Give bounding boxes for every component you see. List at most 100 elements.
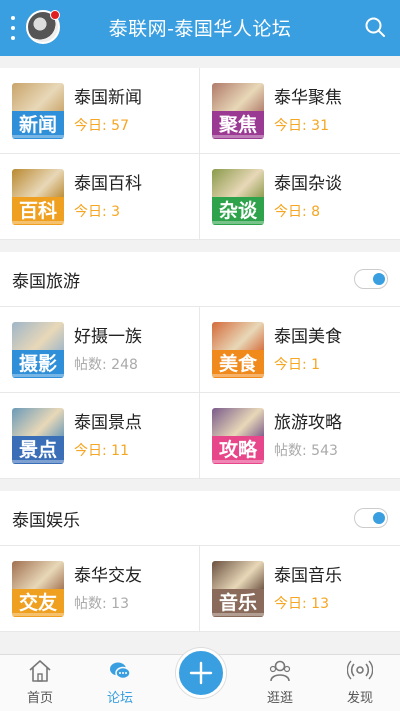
app-header: 泰联网-泰国华人论坛: [0, 0, 400, 56]
board-stat: 今日: 11: [74, 442, 129, 459]
tag-underline: [212, 612, 264, 616]
tag-underline: [212, 220, 264, 224]
board-image: [212, 82, 264, 113]
tag-underline: [12, 459, 64, 463]
tag-underline: [12, 134, 64, 138]
section-title: 泰国旅游: [12, 271, 80, 292]
board-thumbnail: 杂谈: [212, 168, 264, 225]
board-item[interactable]: 新闻 泰国新闻今日: 57: [0, 68, 200, 154]
stat-value: 1: [311, 356, 321, 373]
board-stat: 今日: 57: [74, 117, 129, 134]
top-board-grid: 新闻 泰国新闻 今日: 57 聚焦 泰华聚焦 今日: 31 百科 泰国百科 今日: 3 杂谈 泰国杂…: [0, 68, 400, 240]
board-item[interactable]: 摄影 好摄一族帖数: 248: [0, 307, 200, 393]
board-thumbnail: 景点: [12, 407, 64, 464]
board-title: 泰华交友: [74, 565, 142, 586]
stat-value: 248: [111, 356, 138, 373]
board-thumbnail: 聚焦: [212, 82, 264, 139]
board-image: [212, 321, 264, 352]
board-image: [212, 560, 264, 591]
board-stat: 帖数: 248: [74, 356, 138, 373]
people-icon: [269, 660, 291, 682]
board-thumbnail: 摄影: [12, 321, 64, 378]
stat-label: 帖数: [74, 595, 102, 612]
board-image: [12, 82, 64, 113]
board-item[interactable]: 攻略 旅游攻略帖数: 543: [200, 393, 400, 479]
forum-list[interactable]: 新闻 泰国新闻 今日: 57 聚焦 泰华聚焦 今日: 31 百科 泰国百科 今日: 3 杂谈 泰国杂…: [0, 56, 400, 654]
board-title: 泰国美食: [274, 326, 342, 347]
board-thumbnail: 美食: [212, 321, 264, 378]
board-title: 泰国景点: [74, 412, 142, 433]
tab-label: 论坛: [106, 691, 133, 706]
board-thumbnail: 攻略: [212, 407, 264, 464]
board-stat: 帖数: 543: [274, 442, 338, 459]
board-title: 泰华聚焦: [274, 87, 342, 108]
tab-label: 逛逛: [266, 691, 293, 706]
divider: [0, 56, 400, 68]
board-stat: 今日: 1: [274, 356, 321, 373]
search-icon[interactable]: [364, 16, 386, 38]
stat-label: 帖数: [274, 442, 302, 459]
plus-icon: [189, 661, 213, 685]
tag-underline: [212, 459, 264, 463]
board-image: [12, 321, 64, 352]
stat-value: 57: [111, 117, 129, 134]
stat-label: 今日: [274, 356, 302, 373]
stat-value: 543: [311, 442, 338, 459]
section-toggle[interactable]: [354, 508, 388, 528]
section-header-entertainment[interactable]: 泰国娱乐: [0, 491, 400, 546]
page-title: 泰联网-泰国华人论坛: [108, 18, 292, 40]
tag-underline: [12, 612, 64, 616]
board-title: 好摄一族: [74, 326, 142, 347]
board-image: [12, 407, 64, 438]
stat-label: 今日: [74, 117, 102, 134]
board-stat: 今日: 3: [74, 203, 121, 220]
tag-underline: [12, 220, 64, 224]
section-toggle[interactable]: [354, 269, 388, 289]
board-thumbnail: 交友: [12, 560, 64, 617]
stat-value: 8: [311, 203, 321, 220]
board-image: [212, 407, 264, 438]
tab-forum[interactable]: 论坛: [80, 655, 160, 711]
board-item[interactable]: 聚焦 泰华聚焦今日: 31: [200, 68, 400, 154]
tab-label: 首页: [26, 691, 53, 706]
board-title: 泰国新闻: [74, 87, 142, 108]
board-item[interactable]: 交友 泰华交友 帖数: 13: [0, 546, 200, 632]
travel-board-grid: 摄影 好摄一族 帖数: 248 美食 泰国美食 今日: 1 景点 泰国景点 今日: 11 攻略 旅游…: [0, 307, 400, 479]
divider: [0, 240, 400, 252]
stat-value: 31: [311, 117, 329, 134]
board-thumbnail: 新闻: [12, 82, 64, 139]
stat-label: 今日: [74, 203, 102, 220]
entertainment-board-grid: 交友 泰华交友 帖数: 13 音乐 泰国音乐 今日: 13: [0, 546, 400, 632]
tag-underline: [12, 373, 64, 377]
stat-label: 帖数: [74, 356, 102, 373]
tag-underline: [212, 134, 264, 138]
board-title: 旅游攻略: [274, 412, 342, 433]
tab-discover[interactable]: 发现: [320, 655, 400, 711]
section-title: 泰国娱乐: [12, 510, 80, 531]
section-header-travel[interactable]: 泰国旅游: [0, 252, 400, 307]
board-item[interactable]: 美食 泰国美食今日: 1: [200, 307, 400, 393]
board-image: [212, 168, 264, 199]
board-image: [12, 168, 64, 199]
board-title: 泰国百科: [74, 173, 142, 194]
new-post-button[interactable]: [176, 648, 226, 698]
stat-value: 3: [111, 203, 121, 220]
board-item[interactable]: 百科 泰国百科今日: 3: [0, 154, 200, 240]
board-item[interactable]: 景点 泰国景点今日: 11: [0, 393, 200, 479]
tab-home[interactable]: 首页: [0, 655, 80, 711]
board-thumbnail: 音乐: [212, 560, 264, 617]
stat-label: 今日: [274, 203, 302, 220]
board-stat: 今日: 31: [274, 117, 329, 134]
board-image: [12, 560, 64, 591]
board-item[interactable]: 杂谈 泰国杂谈 今日: 8: [200, 154, 400, 240]
radar-icon: [347, 660, 373, 680]
chat-bubbles-icon: [110, 662, 131, 680]
stat-label: 今日: [74, 442, 102, 459]
stat-value: 13: [111, 595, 129, 612]
tab-browse[interactable]: 逛逛: [240, 655, 320, 711]
board-title: 泰国杂谈: [274, 173, 342, 194]
board-item[interactable]: 音乐 泰国音乐 今日: 13: [200, 546, 400, 632]
board-thumbnail: 百科: [12, 168, 64, 225]
home-icon: [29, 660, 51, 682]
stat-label: 今日: [274, 117, 302, 134]
